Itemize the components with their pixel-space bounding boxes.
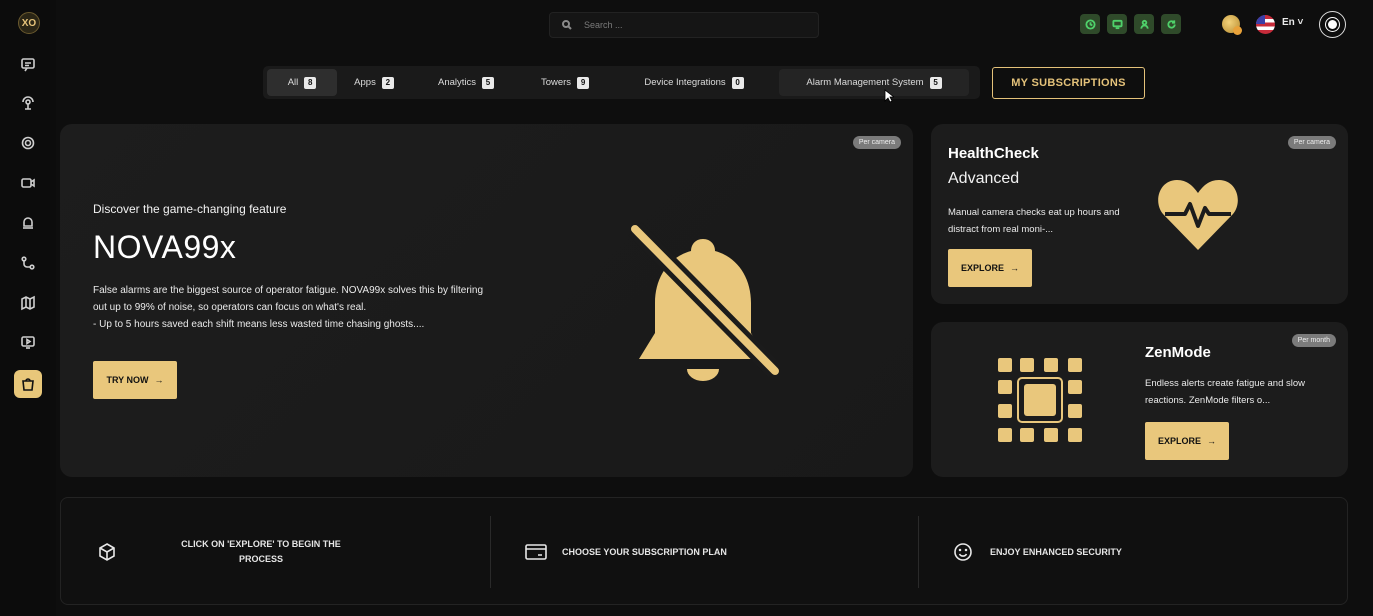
- alarm-bell-icon[interactable]: [14, 209, 42, 237]
- us-flag-icon[interactable]: [1256, 15, 1275, 34]
- button-label: EXPLORE: [960, 263, 1004, 273]
- logo-icon[interactable]: XO: [18, 12, 40, 34]
- arrow-right-icon: →: [1207, 436, 1216, 446]
- tab-count: 8: [304, 76, 317, 89]
- try-now-button[interactable]: TRY NOW →: [93, 361, 177, 399]
- step-label: ENJOY ENHANCED SECURITY: [990, 547, 1122, 557]
- notification-dot: [1233, 26, 1242, 35]
- step-explore: CLICK ON 'EXPLORE' TO BEGIN THE PROCESS: [97, 498, 417, 606]
- app-root: XO Search ... En ˅ All 8 Apps 2 Analytic…: [0, 0, 1373, 616]
- chip-grid-icon: [998, 358, 1082, 442]
- search-bar[interactable]: [549, 12, 819, 38]
- tab-count: 0: [731, 76, 744, 89]
- hero-kicker: Discover the game-changing feature: [93, 202, 287, 216]
- pricing-badge: Per camera: [852, 136, 901, 149]
- divider: [490, 516, 491, 588]
- healthcheck-explore-button[interactable]: EXPLORE →: [948, 249, 1032, 287]
- user-icon[interactable]: [1134, 14, 1154, 34]
- tab-count: 9: [577, 76, 590, 89]
- radar-icon[interactable]: [14, 89, 42, 117]
- zenmode-card: Per month ZenMode Endless alerts create …: [931, 322, 1348, 477]
- package-icon: [99, 543, 115, 561]
- tab-count: 2: [381, 76, 394, 89]
- arrow-right-icon: →: [1010, 263, 1019, 273]
- tab-label: Analytics: [437, 77, 476, 88]
- arrow-right-icon: →: [154, 375, 164, 385]
- category-tabs: All 8 Apps 2 Analytics 5 Towers 9 Device…: [263, 66, 980, 99]
- my-subscriptions-button[interactable]: MY SUBSCRIPTIONS: [992, 67, 1145, 99]
- language-selector[interactable]: En ˅: [1282, 17, 1303, 28]
- step-label: CHOOSE YOUR SUBSCRIPTION PLAN: [562, 547, 727, 557]
- tab-all[interactable]: All 8: [267, 69, 337, 96]
- settings-icon[interactable]: [14, 129, 42, 157]
- tab-label: Device Integrations: [644, 77, 726, 88]
- button-label: EXPLORE: [1157, 436, 1201, 446]
- clock-icon[interactable]: [1080, 14, 1100, 34]
- divider: [918, 516, 919, 588]
- hero-desc-line: - Up to 5 hours saved each shift means l…: [93, 319, 425, 330]
- heart-pulse-icon: [1158, 180, 1238, 250]
- map-icon[interactable]: [14, 289, 42, 317]
- step-enjoy-security: ENJOY ENHANCED SECURITY: [953, 498, 1253, 606]
- how-it-works-steps: CLICK ON 'EXPLORE' TO BEGIN THE PROCESS …: [60, 497, 1348, 605]
- card-subtitle: Advanced: [948, 170, 1020, 187]
- step-label: CLICK ON 'EXPLORE' TO BEGIN THE PROCESS: [181, 539, 341, 564]
- card-title: HealthCheck: [948, 145, 1039, 162]
- hero-description: False alarms are the biggest source of o…: [93, 282, 493, 333]
- sidebar: XO: [0, 0, 56, 616]
- card-description: Endless alerts create fatigue and slow r…: [1145, 378, 1306, 406]
- hero-desc-line: False alarms are the biggest source of o…: [93, 285, 484, 313]
- tab-label: All: [287, 77, 299, 88]
- chat-icon[interactable]: [14, 51, 42, 79]
- hero-title: NOVA99x: [93, 229, 237, 265]
- nova99x-card: Per camera Discover the game-changing fe…: [60, 124, 913, 477]
- playback-icon[interactable]: [14, 328, 42, 356]
- zenmode-explore-button[interactable]: EXPLORE →: [1145, 422, 1229, 460]
- credit-card-icon: [525, 544, 547, 560]
- tab-count: 5: [929, 76, 942, 89]
- theme-toggle-icon[interactable]: [1319, 11, 1346, 38]
- camera-icon[interactable]: [14, 169, 42, 197]
- tab-apps[interactable]: Apps 2: [337, 69, 411, 96]
- mouse-cursor-icon: [884, 89, 894, 103]
- pricing-badge: Per month: [1291, 334, 1336, 347]
- card-description: Manual camera checks eat up hours and di…: [948, 207, 1120, 235]
- button-label: TRY NOW: [106, 375, 149, 385]
- routes-icon[interactable]: [14, 249, 42, 277]
- tab-label: Towers: [540, 77, 572, 88]
- monitor-icon[interactable]: [1107, 14, 1127, 34]
- tab-device-integrations[interactable]: Device Integrations 0: [609, 69, 779, 96]
- tab-towers[interactable]: Towers 9: [521, 69, 609, 96]
- smiley-icon: [954, 543, 972, 561]
- healthcheck-card: Per camera HealthCheck Advanced Manual c…: [931, 124, 1348, 304]
- tab-label: Apps: [354, 77, 376, 88]
- pricing-badge: Per camera: [1287, 136, 1336, 149]
- search-icon: [562, 20, 572, 30]
- refresh-icon[interactable]: [1161, 14, 1181, 34]
- tab-count: 5: [482, 76, 494, 89]
- step-choose-plan: CHOOSE YOUR SUBSCRIPTION PLAN: [524, 498, 844, 606]
- tab-analytics[interactable]: Analytics 5: [411, 69, 521, 96]
- card-title: ZenMode: [1145, 344, 1211, 361]
- bell-off-icon: [628, 222, 780, 381]
- tab-label: Alarm Management System: [806, 77, 924, 88]
- search-input[interactable]: [584, 20, 784, 30]
- tab-alarm-management-system[interactable]: Alarm Management System 5: [779, 69, 969, 96]
- shopping-bag-icon[interactable]: [14, 370, 42, 398]
